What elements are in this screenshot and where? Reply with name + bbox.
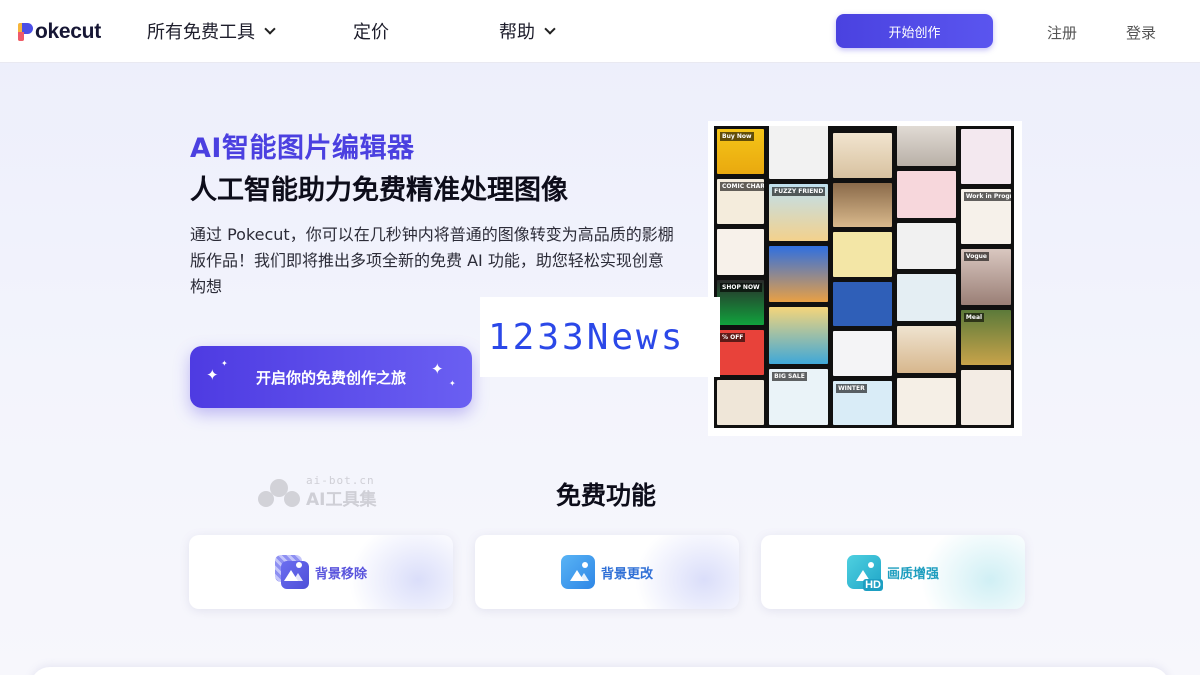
collage-tile [717, 379, 765, 426]
nav-pricing-label: 定价 [353, 22, 389, 43]
collage-tile [960, 369, 1011, 426]
hero-description: 通过 Pokecut，你可以在几秒钟内将普通的图像转变为高品质的影棚版作品！我们… [190, 225, 674, 296]
feature-card-background-remove[interactable]: 背景移除 [189, 535, 453, 609]
collage-tile: Meal [960, 309, 1011, 365]
pokecut-logo[interactable]: okecut [18, 19, 101, 45]
sparkle-icon: ✦ [431, 360, 444, 378]
next-section-panel [30, 667, 1170, 675]
collage-tile [896, 170, 956, 218]
nav-all-free-tools[interactable]: 所有免费工具 [147, 18, 276, 44]
collage-tile: BIG SALE [769, 368, 829, 426]
nav-help[interactable]: 帮助 [499, 18, 556, 44]
hd-enhance-icon: HD [846, 555, 883, 591]
feature-card-label: 背景移除 [314, 566, 367, 582]
features-title: 免费功能 [555, 481, 656, 510]
collage-tile [833, 232, 892, 277]
sparkle-icon: ✦ [221, 359, 228, 368]
feature-card-label: 背景更改 [600, 566, 653, 582]
register-link[interactable]: 注册 [1047, 22, 1077, 43]
hero-kicker: AI智能图片编辑器 [190, 133, 415, 164]
sparkle-icon: ✦ [449, 379, 456, 388]
hero-title: 人工智能助力免费精准处理图像 [190, 175, 568, 206]
nav-pricing[interactable]: 定价 [353, 18, 389, 44]
collage-tile [896, 274, 956, 322]
cta-label: 开启你的免费创作之旅 [255, 368, 406, 387]
background-change-icon [560, 555, 595, 589]
hero-image-collage: Buy Now COMIC CHARMS SHOP NOW % OFF FUZZ… [708, 121, 1022, 436]
collage-tile: FUZZY FRIEND [769, 184, 829, 241]
hd-badge: HD [863, 579, 883, 591]
collage-tile: Vogue [960, 249, 1011, 305]
start-free-creation-button[interactable]: ✦ ✦ 开启你的免费创作之旅 ✦ ✦ [190, 346, 472, 408]
feature-card-hd-enhance[interactable]: HD 画质增强 [761, 535, 1025, 609]
collage-tile [960, 129, 1011, 185]
collage-tile: SHOP NOW [717, 279, 765, 325]
pokecut-logo-mark-icon [18, 22, 34, 42]
logo-text: okecut [35, 20, 101, 43]
background-remove-icon [274, 555, 309, 589]
collage-tile [717, 229, 765, 275]
feature-card-background-change[interactable]: 背景更改 [475, 535, 739, 609]
collage-tile [896, 326, 956, 374]
collage-tile [896, 222, 956, 270]
sparkle-icon: ✦ [206, 366, 219, 384]
chevron-down-icon [544, 22, 556, 35]
collage-tile [769, 126, 829, 180]
top-navbar: okecut 所有免费工具 定价 帮助 开始创作 注册 登录 [0, 0, 1200, 63]
chevron-down-icon [264, 22, 276, 35]
collage-tile: % OFF [717, 329, 765, 375]
collage-tile: Buy Now [717, 129, 765, 175]
feature-card-label: 画质增强 [886, 566, 939, 582]
collage-tile [833, 281, 892, 326]
news-watermark: 1233News [480, 297, 720, 377]
collage-tile [769, 307, 829, 364]
start-creating-button[interactable]: 开始创作 [836, 14, 993, 48]
collage-tile [833, 331, 892, 376]
collage-tile: WINTER [833, 380, 892, 425]
login-link[interactable]: 登录 [1126, 22, 1156, 43]
nav-help-label: 帮助 [499, 22, 535, 43]
collage-tile [833, 182, 892, 227]
collage-tile [896, 378, 956, 425]
collage-tile [769, 245, 829, 303]
collage-tile: COMIC CHARMS [717, 179, 765, 225]
collage-tile [896, 126, 956, 166]
collage-tile: Work in Progress [960, 189, 1011, 245]
nav-all-free-tools-label: 所有免费工具 [147, 22, 255, 43]
collage-tile [833, 133, 892, 178]
